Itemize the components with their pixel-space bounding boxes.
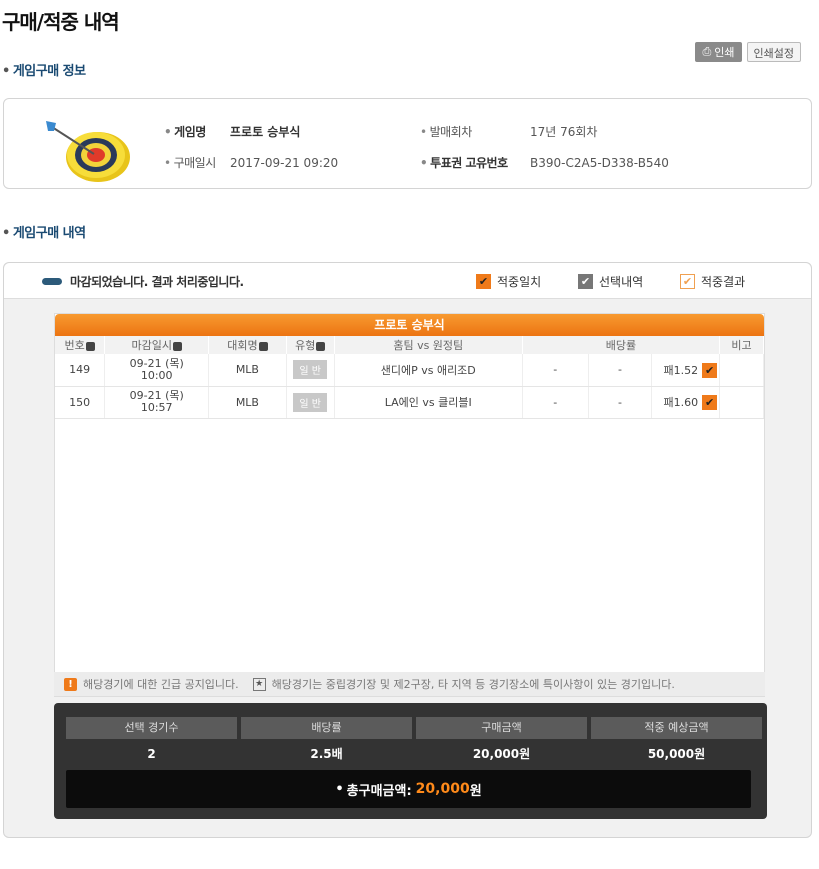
summary-odds: 2.5배 bbox=[310, 747, 343, 761]
sort-icon bbox=[258, 341, 268, 351]
status-header: 마감되었습니다. 결과 처리중입니다. ✔ 적중일치 ✔ 선택내역 ✔ 적중결과 bbox=[4, 263, 811, 299]
legend-selected: ✔ 선택내역 bbox=[578, 273, 643, 290]
notice-bar: ! 해당경기에 대한 긴급 공지입니다. ★ 해당경기는 중립경기장 및 제2구… bbox=[54, 672, 765, 696]
col-league[interactable]: 대회명 bbox=[208, 336, 287, 354]
ticket-value: B390-C2A5-D338-B540 bbox=[530, 155, 669, 170]
bullet-icon: • bbox=[2, 64, 10, 79]
row-odds-lose: 패1.52 ✔ bbox=[651, 354, 721, 387]
row-odds-draw: - bbox=[588, 354, 653, 387]
row-note bbox=[719, 386, 764, 419]
sort-icon bbox=[316, 341, 326, 351]
col-note: 비고 bbox=[719, 336, 764, 354]
table-row: 150 09-21 (목) 10:57 MLB 일 반 LA에인 vs 클리블I … bbox=[55, 386, 764, 419]
bullet-icon: • bbox=[2, 226, 10, 241]
total-amount: 20,000 bbox=[415, 781, 470, 797]
status-indicator-icon bbox=[42, 278, 62, 285]
col-deadline[interactable]: 마감일시 bbox=[104, 336, 210, 354]
table-row: 149 09-21 (목) 10:00 MLB 일 반 샌디에P vs 애리조D … bbox=[55, 354, 764, 387]
bet-table-panel: 프로토 승부식 번호 마감일시 대회명 유형 홈팀 vs 원정팀 배당률 비고 bbox=[54, 313, 765, 697]
print-label: 인쇄 bbox=[714, 46, 735, 59]
bet-table: 번호 마감일시 대회명 유형 홈팀 vs 원정팀 배당률 비고 149 09-2… bbox=[55, 336, 764, 419]
col-teams: 홈팀 vs 원정팀 bbox=[334, 336, 523, 354]
table-header-row: 번호 마감일시 대회명 유형 홈팀 vs 원정팀 배당률 비고 bbox=[55, 336, 764, 354]
printer-icon: ⎙ bbox=[702, 45, 712, 58]
row-odds-win: - bbox=[522, 354, 589, 387]
round-label: • 발매회차 bbox=[420, 125, 472, 139]
legend-result: ✔ 적중결과 bbox=[680, 273, 745, 290]
row-teams: 샌디에P vs 애리조D bbox=[334, 354, 523, 387]
purchase-date-row: • 구매일시 2017-09-21 09:20 bbox=[164, 154, 338, 171]
checkbox-checked-icon: ✔ bbox=[476, 274, 491, 289]
row-no: 150 bbox=[55, 386, 106, 419]
print-button[interactable]: ⎙ 인쇄 bbox=[695, 42, 742, 62]
print-controls: ⎙ 인쇄 인쇄설정 bbox=[695, 42, 801, 62]
summary-count: 2 bbox=[147, 747, 156, 761]
section-title-purchase-info: • 게임구매 정보 bbox=[2, 60, 86, 79]
row-note bbox=[719, 354, 764, 387]
row-odds-lose: 패1.60 ✔ bbox=[651, 386, 721, 419]
col-type[interactable]: 유형 bbox=[286, 336, 335, 354]
total-purchase-bar: • 총구매금액: 20,000 원 bbox=[66, 770, 751, 808]
summary-values: 2 2.5배 20,000원 50,000원 bbox=[66, 745, 762, 763]
total-label: 총구매금액: bbox=[346, 783, 412, 799]
special-notice-text: 해당경기는 중립경기장 및 제2구장, 타 지역 등 경기장소에 특이사항이 있… bbox=[271, 678, 675, 691]
row-no: 149 bbox=[55, 354, 106, 387]
sort-icon bbox=[172, 341, 182, 351]
ticket-label: • 투표권 고유번호 bbox=[420, 156, 508, 170]
game-name-row: • 게임명 프로토 승부식 bbox=[164, 123, 300, 140]
row-type: 일 반 bbox=[286, 386, 335, 419]
target-icon bbox=[46, 121, 130, 182]
row-type: 일 반 bbox=[286, 354, 335, 387]
urgent-notice-text: 해당경기에 대한 긴급 공지입니다. bbox=[83, 678, 239, 691]
ticket-row: • 투표권 고유번호 B390-C2A5-D338-B540 bbox=[420, 154, 669, 171]
row-deadline: 09-21 (목) 10:57 bbox=[104, 386, 210, 419]
status-message: 마감되었습니다. 결과 처리중입니다. bbox=[70, 275, 244, 289]
row-league: MLB bbox=[208, 386, 287, 419]
summary-head-expected: 적중 예상금액 bbox=[591, 717, 762, 739]
section-title-purchase-history: • 게임구매 내역 bbox=[2, 222, 86, 241]
purchase-date-label: • 구매일시 bbox=[164, 156, 216, 170]
legend-match: ✔ 적중일치 bbox=[476, 273, 541, 290]
row-league: MLB bbox=[208, 354, 287, 387]
row-teams: LA에인 vs 클리블I bbox=[334, 386, 523, 419]
summary-head-amount: 구매금액 bbox=[416, 717, 587, 739]
checkbox-outline-icon: ✔ bbox=[680, 274, 695, 289]
row-odds-win: - bbox=[522, 386, 589, 419]
summary-head-count: 선택 경기수 bbox=[66, 717, 237, 739]
summary-amount: 20,000원 bbox=[472, 747, 531, 761]
table-title: 프로토 승부식 bbox=[55, 314, 764, 336]
section-label: 게임구매 정보 bbox=[12, 64, 86, 79]
summary-headers: 선택 경기수 배당률 구매금액 적중 예상금액 bbox=[66, 717, 762, 739]
section-label: 게임구매 내역 bbox=[12, 226, 86, 241]
summary-panel: 선택 경기수 배당률 구매금액 적중 예상금액 2 2.5배 20,000원 5… bbox=[54, 703, 767, 819]
checkbox-checked-icon: ✔ bbox=[702, 363, 718, 378]
round-value: 17년 76회차 bbox=[530, 125, 598, 139]
legend-match-label: 적중일치 bbox=[497, 275, 542, 289]
col-odds: 배당률 bbox=[522, 336, 721, 354]
warning-icon: ! bbox=[64, 677, 77, 691]
page-title: 구매/적중 내역 bbox=[2, 10, 120, 34]
legend-selected-label: 선택내역 bbox=[599, 275, 644, 289]
summary-head-odds: 배당률 bbox=[241, 717, 412, 739]
summary-expected: 50,000원 bbox=[647, 747, 706, 761]
purchase-info-box: • 게임명 프로토 승부식 • 발매회차 17년 76회차 • 구매일시 2017-0… bbox=[3, 98, 812, 189]
legend-result-label: 적중결과 bbox=[701, 275, 746, 289]
game-name-label: • 게임명 bbox=[164, 125, 206, 139]
col-no[interactable]: 번호 bbox=[55, 336, 106, 354]
row-deadline: 09-21 (목) 10:00 bbox=[104, 354, 210, 387]
print-setting-button[interactable]: 인쇄설정 bbox=[746, 42, 801, 62]
type-badge: 일 반 bbox=[293, 392, 328, 412]
checkbox-checked-icon: ✔ bbox=[702, 395, 718, 411]
checkbox-gray-icon: ✔ bbox=[578, 274, 593, 289]
purchase-date-value: 2017-09-21 09:20 bbox=[230, 155, 339, 170]
row-odds-draw: - bbox=[588, 386, 653, 419]
purchase-history-box: 마감되었습니다. 결과 처리중입니다. ✔ 적중일치 ✔ 선택내역 ✔ 적중결과… bbox=[3, 262, 812, 838]
round-row: • 발매회차 17년 76회차 bbox=[420, 123, 597, 140]
type-badge: 일 반 bbox=[293, 360, 328, 380]
bullet-icon: • bbox=[335, 781, 344, 797]
sort-icon bbox=[85, 341, 95, 351]
star-icon: ★ bbox=[252, 677, 266, 691]
total-unit: 원 bbox=[469, 783, 482, 799]
game-name-value: 프로토 승부식 bbox=[230, 125, 301, 139]
